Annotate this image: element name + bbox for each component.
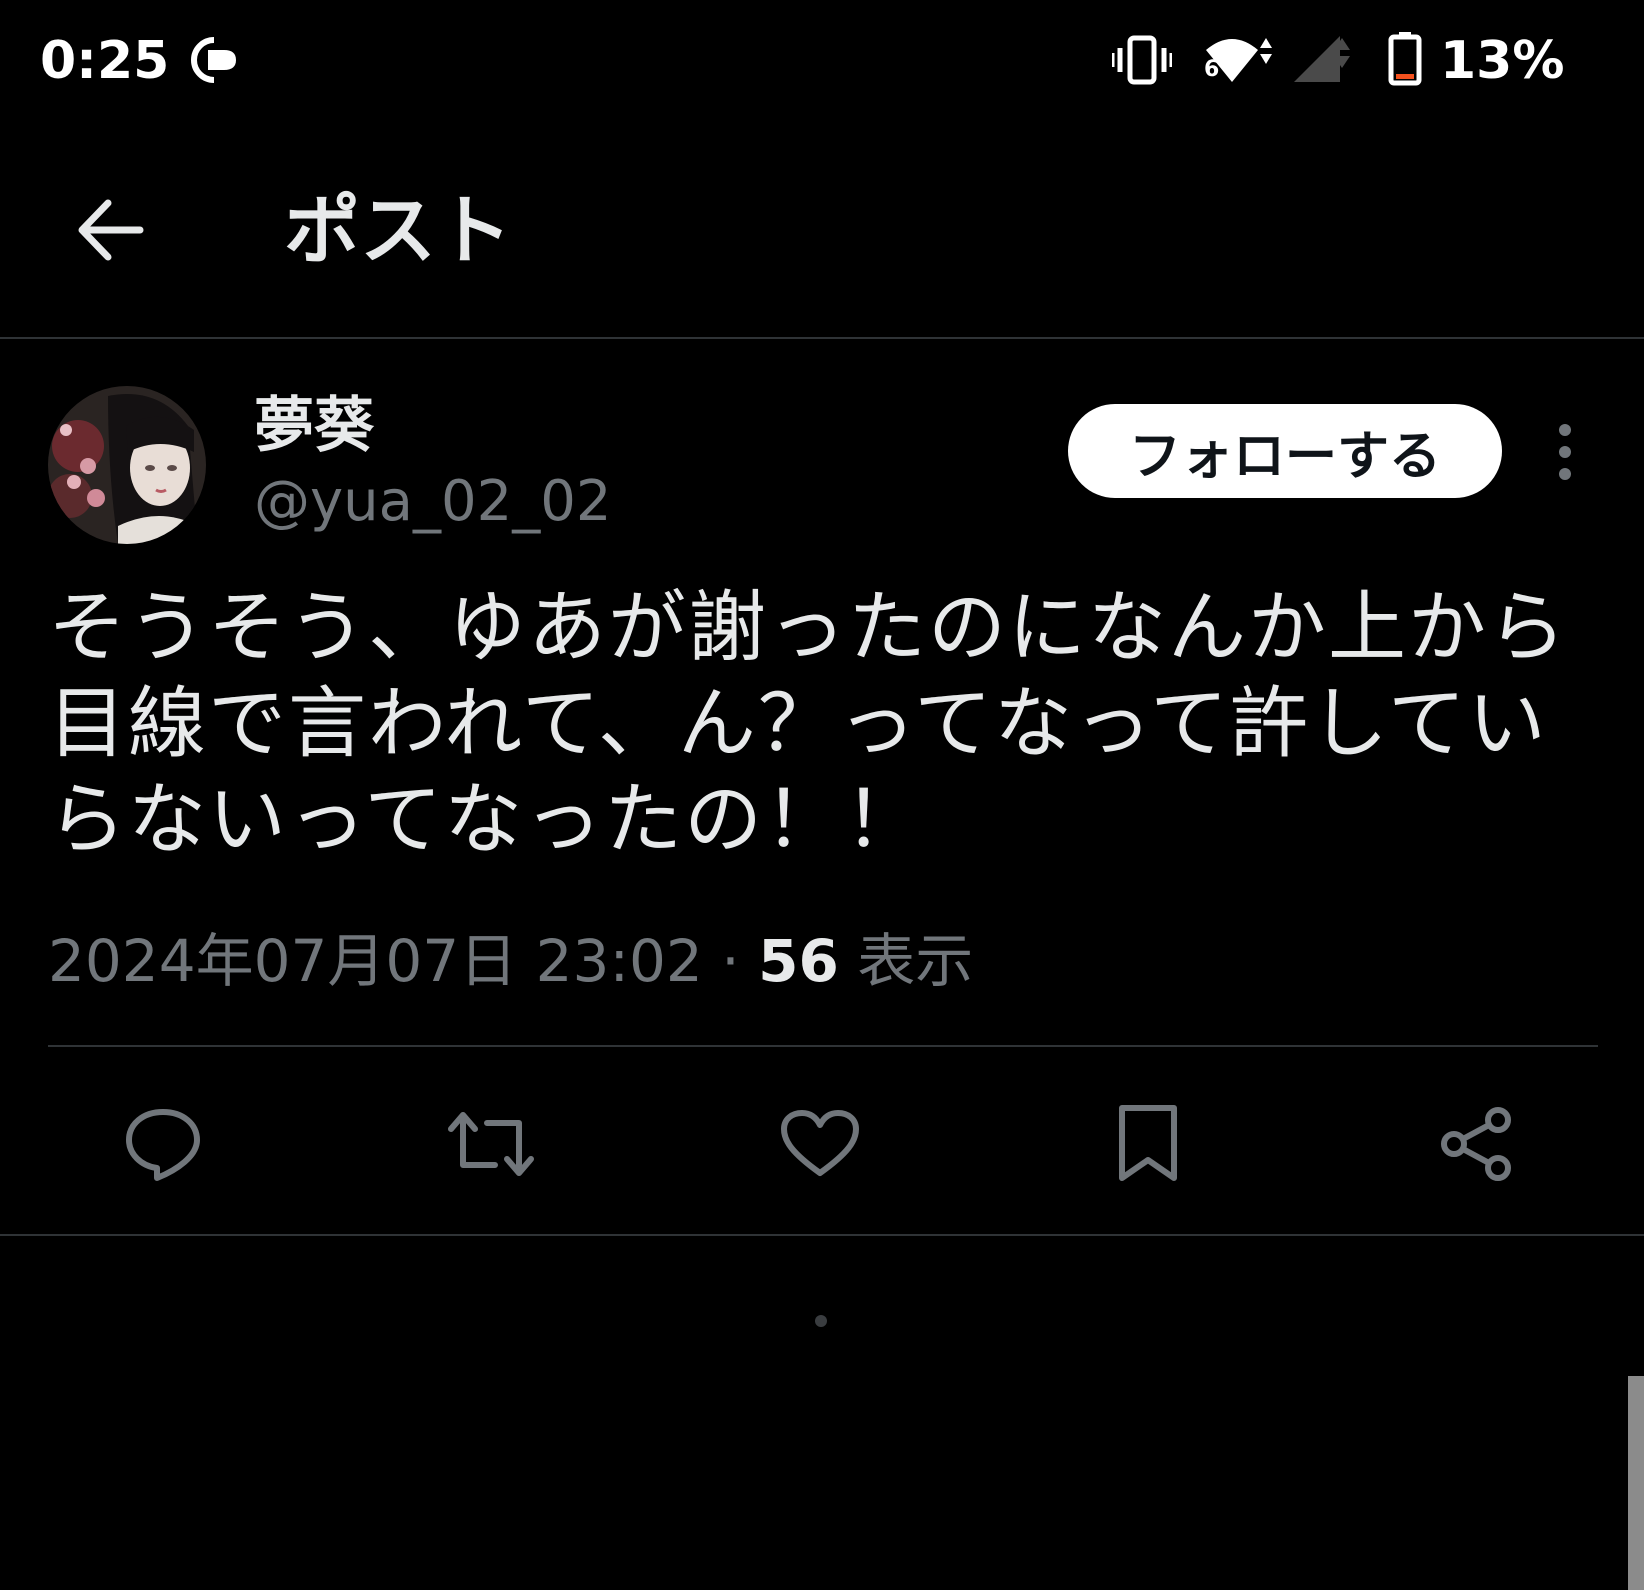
post-text: そうそう、ゆあが謝ったのになんか上から目線で言われて、ん？ってなって許していらな… [48,583,1569,865]
arrow-left-icon [78,199,144,261]
heart-icon [781,1110,859,1176]
views-label: 表示 [857,927,974,995]
vibrate-icon [1112,35,1172,85]
page-title: ポスト [284,186,512,275]
network-badge: 6 [1204,57,1220,82]
more-options-button[interactable] [1540,414,1590,490]
views-count[interactable]: 56 [758,927,839,995]
reply-icon [126,1109,200,1181]
back-button[interactable] [60,180,160,280]
header-divider [0,337,1644,339]
battery-icon [1388,32,1422,86]
bookmark-icon [1119,1105,1177,1181]
author-handle[interactable]: @yua_02_02 [254,468,611,536]
more-dot [1559,446,1571,458]
cast-icon [191,37,236,83]
cellular-signal-icon [1294,36,1350,82]
status-time: 0:25 [40,31,170,91]
post-meta: 2024年07月07日 23:02 · 56 表示 [48,926,973,996]
meta-separator: · [721,927,740,995]
follow-button[interactable]: フォローする [1068,404,1502,498]
more-dot [1559,468,1571,480]
avatar-image [48,386,206,544]
actions-divider [0,1234,1644,1236]
more-vertical-icon [1559,424,1571,436]
meta-divider [48,1045,1598,1047]
battery-percent: 13% [1440,31,1565,91]
repost-icon [448,1112,534,1176]
reply-button[interactable] [113,1094,213,1194]
loading-indicator [815,1315,827,1327]
avatar[interactable] [48,386,206,544]
follow-button-label: フォローする [1128,426,1441,487]
bookmark-button[interactable] [1098,1094,1198,1194]
repost-button[interactable] [441,1094,541,1194]
share-icon [1441,1107,1511,1181]
share-button[interactable] [1426,1094,1526,1194]
post-timestamp[interactable]: 2024年07月07日 23:02 [48,927,703,995]
like-button[interactable] [770,1094,870,1194]
scrollbar-thumb[interactable] [1628,1376,1644,1590]
author-display-name[interactable]: 夢葵 [254,390,374,462]
